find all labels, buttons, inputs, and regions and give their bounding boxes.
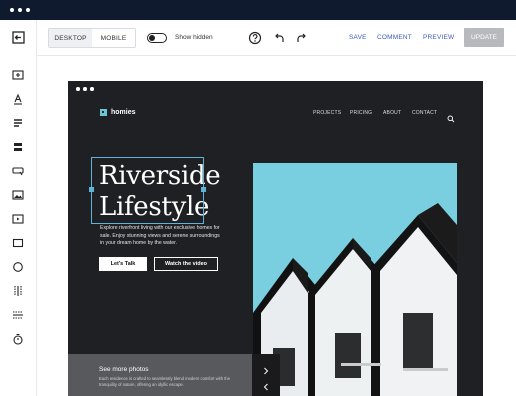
preview-button[interactable]: PREVIEW — [423, 34, 454, 41]
site-search-icon[interactable] — [447, 110, 455, 123]
carousel-arrows — [252, 354, 280, 396]
window-dot-icon — [26, 8, 30, 12]
chevron-right-icon[interactable] — [262, 362, 270, 375]
undo-icon[interactable] — [272, 31, 286, 45]
columns-icon[interactable] — [11, 284, 25, 298]
logo-mark-icon — [100, 109, 107, 116]
window-dot-icon — [18, 8, 22, 12]
update-button[interactable]: UPDATE — [464, 28, 504, 47]
show-hidden-label: Show hidden — [175, 34, 213, 41]
element-sidebar — [0, 20, 37, 396]
comment-button[interactable]: COMMENT — [377, 34, 412, 41]
text-icon[interactable] — [11, 92, 25, 106]
lets-talk-button[interactable]: Let's Talk — [99, 257, 147, 271]
browser-dot-icon — [76, 87, 80, 91]
logo-text: homies — [111, 109, 136, 116]
section-icon[interactable] — [11, 68, 25, 82]
window-title-bar — [0, 0, 516, 20]
see-more-description: Each residence is crafted to seamlessly … — [99, 376, 231, 387]
image-icon[interactable] — [11, 188, 25, 202]
browser-dot-icon — [83, 87, 87, 91]
watch-video-button[interactable]: Watch the video — [154, 257, 218, 271]
paragraph-icon[interactable] — [11, 116, 25, 130]
redo-icon[interactable] — [295, 31, 309, 45]
circle-icon[interactable] — [11, 260, 25, 274]
list-icon[interactable] — [11, 140, 25, 154]
see-more-panel[interactable]: See more photos Each residence is crafte… — [68, 354, 252, 396]
exit-icon[interactable] — [11, 30, 25, 44]
nav-pricing[interactable]: PRICING — [350, 110, 372, 116]
save-button[interactable]: SAVE — [349, 34, 367, 41]
video-icon[interactable] — [11, 212, 25, 226]
see-more-title: See more photos — [99, 366, 149, 373]
show-hidden-toggle[interactable] — [147, 33, 167, 43]
desktop-tab[interactable]: DESKTOP — [49, 29, 92, 47]
chevron-left-icon[interactable] — [262, 378, 270, 391]
divider-icon[interactable] — [11, 308, 25, 322]
button-icon[interactable] — [11, 164, 25, 178]
browser-dot-icon — [90, 87, 94, 91]
resize-handle-left[interactable] — [89, 187, 94, 192]
rectangle-icon[interactable] — [11, 236, 25, 250]
nav-projects[interactable]: PROJECTS — [313, 110, 341, 116]
nav-about[interactable]: ABOUT — [383, 110, 401, 116]
nav-contact[interactable]: CONTACT — [412, 110, 437, 116]
mobile-tab[interactable]: MOBILE — [92, 29, 135, 47]
resize-handle-right[interactable] — [201, 187, 206, 192]
editor-toolbar: DESKTOP MOBILE Show hidden SAVE COMMENT … — [37, 20, 516, 56]
selection-outline — [91, 157, 204, 224]
site-logo[interactable]: homies — [100, 109, 136, 116]
window-dot-icon — [10, 8, 14, 12]
timer-icon[interactable] — [11, 332, 25, 346]
hero-description: Explore riverfront living with our exclu… — [100, 225, 220, 246]
hero-image — [253, 163, 457, 396]
device-switcher: DESKTOP MOBILE — [48, 28, 136, 48]
site-preview: homies PROJECTS PRICING ABOUT CONTACT Ri… — [68, 81, 483, 396]
help-icon[interactable] — [248, 31, 262, 45]
